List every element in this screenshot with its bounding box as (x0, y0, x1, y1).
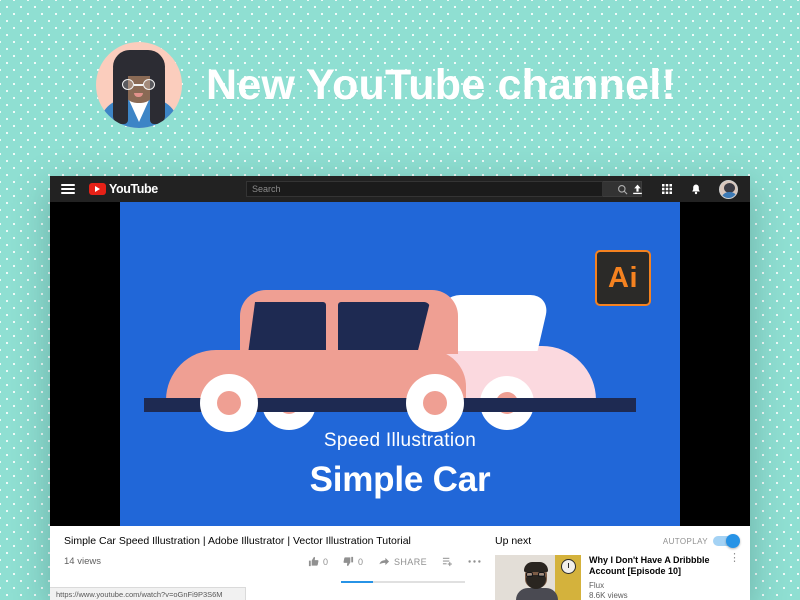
up-next-meta: Why I Don't Have A Dribbble Account [Epi… (589, 555, 721, 600)
up-next-label: Up next (495, 535, 532, 547)
masthead-left-group: YouTube (61, 182, 158, 196)
play-triangle-icon (89, 183, 106, 195)
more-actions-button[interactable] (468, 559, 481, 564)
video-caption-title: Simple Car (309, 460, 491, 499)
autoplay-control: AUTOPLAY (662, 534, 740, 548)
car-window-rear (248, 302, 326, 354)
up-next-channel: Flux (589, 580, 605, 590)
like-ratio-bar (341, 581, 465, 583)
like-count: 0 (322, 556, 328, 567)
up-next-views: 8.6K views (589, 590, 628, 600)
up-next-item[interactable]: Why I Don't Have A Dribbble Account [Epi… (495, 553, 740, 600)
search-input[interactable] (246, 181, 603, 197)
dislike-count: 0 (357, 556, 363, 567)
avatar-glasses-bridge (134, 84, 143, 86)
clock-icon (561, 559, 576, 574)
account-avatar[interactable] (719, 179, 738, 199)
status-bar-url: https://www.youtube.com/watch?v=oGnFi9P3… (56, 589, 223, 599)
car-wheel-rear (406, 374, 464, 432)
browser-window: YouTube Search Ai Speed Illustration Sim… (50, 176, 750, 600)
hamburger-icon[interactable] (61, 183, 75, 195)
apps-grid-icon[interactable] (661, 183, 673, 195)
share-arrow-icon (379, 557, 390, 566)
autoplay-label: AUTOPLAY (662, 536, 708, 546)
add-to-playlist-icon (442, 557, 452, 567)
youtube-logo-text: YouTube (109, 182, 158, 196)
more-horizontal-icon (468, 560, 481, 563)
avatar (96, 42, 182, 128)
promo-title: New YouTube channel! (206, 60, 676, 109)
up-next-header: Up next AUTOPLAY (495, 534, 740, 548)
thumbs-down-icon (343, 556, 354, 567)
thumbnail-glasses-right (538, 572, 545, 577)
share-button[interactable]: SHARE (378, 556, 427, 567)
car-wheel-front (200, 374, 258, 432)
up-next-thumbnail[interactable] (495, 555, 581, 600)
dislike-button[interactable]: 0 (343, 556, 363, 567)
save-to-playlist-button[interactable] (442, 556, 453, 567)
youtube-logo[interactable]: YouTube (89, 182, 158, 196)
search-bar (246, 181, 642, 197)
video-caption: Speed Illustration Simple Car (120, 430, 680, 500)
masthead-right-group (631, 176, 738, 202)
thumbnail-person-hair (524, 562, 548, 572)
more-vertical-icon[interactable]: ⋮ (729, 553, 740, 600)
avatar-hair-left (113, 62, 128, 124)
status-bar: https://www.youtube.com/watch?v=oGnFi9P3… (50, 587, 246, 600)
thumbnail-glasses-left (526, 572, 533, 577)
bell-icon[interactable] (690, 183, 702, 196)
thumbs-up-icon (308, 556, 319, 567)
up-next-panel: Up next AUTOPLAY Why I Don't Have A Drib… (481, 534, 740, 600)
like-button[interactable]: 0 (308, 556, 328, 567)
video-caption-subtitle: Speed Illustration (323, 430, 477, 451)
car-illustration (144, 268, 656, 440)
avatar-glasses-left-lens (122, 79, 134, 90)
share-label: SHARE (393, 556, 427, 567)
autoplay-toggle[interactable] (713, 534, 740, 548)
video-frame: Ai Speed Illustration Simple Car (120, 202, 680, 526)
video-actions: 0 0 SHARE (308, 556, 481, 567)
view-count: 14 views (64, 556, 101, 567)
car-window-front (338, 302, 430, 354)
thumbnail-person-body (516, 588, 558, 600)
up-next-title: Why I Don't Have A Dribbble Account [Epi… (589, 555, 710, 577)
promo-header: New YouTube channel! (96, 42, 676, 128)
upload-icon[interactable] (631, 183, 644, 196)
video-title: Simple Car Speed Illustration | Adobe Il… (64, 535, 411, 547)
avatar-glasses-right-lens (143, 79, 155, 90)
video-meta-row: 14 views 0 0 SHARE (64, 556, 481, 567)
youtube-masthead: YouTube (50, 176, 750, 202)
avatar-hair-right (150, 62, 165, 124)
video-player[interactable]: Ai Speed Illustration Simple Car (50, 202, 750, 526)
